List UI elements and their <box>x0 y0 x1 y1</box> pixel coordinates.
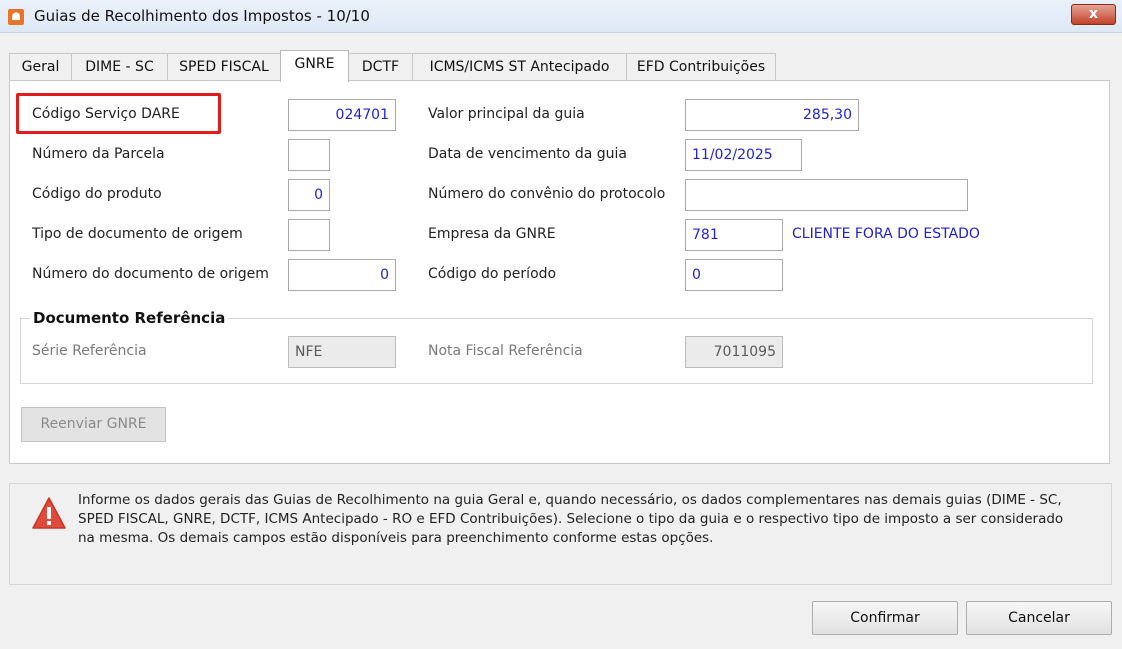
numero-documento-label: Número do documento de origem <box>32 266 269 282</box>
numero-parcela-label: Número da Parcela <box>32 146 165 162</box>
nota-fiscal-referencia-label: Nota Fiscal Referência <box>428 343 583 359</box>
tab-icms-st-antecipado[interactable]: ICMS/ICMS ST Antecipado <box>412 53 627 81</box>
title-bar: ☗ Guias de Recolhimento dos Impostos - 1… <box>0 0 1122 33</box>
valor-principal-label: Valor principal da guia <box>428 106 585 122</box>
data-vencimento-label: Data de vencimento da guia <box>428 146 627 162</box>
numero-parcela-input[interactable] <box>288 139 330 171</box>
app-logo-icon: ☗ <box>8 9 24 25</box>
tab-efd-contribuicoes[interactable]: EFD Contribuições <box>626 53 776 81</box>
tab-dctf[interactable]: DCTF <box>348 53 413 81</box>
nota-fiscal-referencia-input: 7011095 <box>685 336 783 368</box>
valor-principal-input[interactable]: 285,30 <box>685 99 859 131</box>
codigo-produto-label: Código do produto <box>32 186 162 202</box>
info-panel: Informe os dados gerais das Guias de Rec… <box>9 483 1112 585</box>
cancel-button[interactable]: Cancelar <box>966 601 1112 635</box>
close-button[interactable]: x <box>1071 4 1116 25</box>
data-vencimento-input[interactable]: 11/02/2025 <box>685 139 802 171</box>
codigo-periodo-label: Código do período <box>428 266 557 282</box>
warning-icon <box>32 497 66 529</box>
numero-convenio-label: Número do convênio do protocolo <box>428 186 666 202</box>
confirm-button[interactable]: Confirmar <box>812 601 958 635</box>
tab-geral[interactable]: Geral <box>9 53 72 81</box>
codigo-periodo-input[interactable]: 0 <box>685 259 783 291</box>
tab-gnre[interactable]: GNRE <box>280 50 349 82</box>
reenviar-gnre-button: Reenviar GNRE <box>21 407 166 442</box>
tab-dime-sc[interactable]: DIME - SC <box>71 53 168 81</box>
tipo-documento-label: Tipo de documento de origem <box>32 226 243 242</box>
codigo-servico-input[interactable]: 024701 <box>288 99 396 131</box>
empresa-gnre-label: Empresa da GNRE <box>428 226 556 242</box>
tipo-documento-input[interactable] <box>288 219 330 251</box>
serie-referencia-input: NFE <box>288 336 396 368</box>
window-title: Guias de Recolhimento dos Impostos - 10/… <box>34 7 370 25</box>
numero-documento-input[interactable]: 0 <box>288 259 396 291</box>
empresa-gnre-input[interactable]: 781 <box>685 219 783 251</box>
tab-sped-fiscal[interactable]: SPED FISCAL <box>167 53 281 81</box>
numero-convenio-input[interactable] <box>685 179 968 211</box>
serie-referencia-label: Série Referência <box>32 343 147 359</box>
close-icon: x <box>1088 6 1099 22</box>
empresa-gnre-name: CLIENTE FORA DO ESTADO <box>792 226 980 242</box>
info-message: Informe os dados gerais das Guias de Rec… <box>78 492 1064 546</box>
highlight-box <box>16 93 221 134</box>
codigo-produto-input[interactable]: 0 <box>288 179 330 211</box>
documento-referencia-title: Documento Referência <box>30 309 229 327</box>
